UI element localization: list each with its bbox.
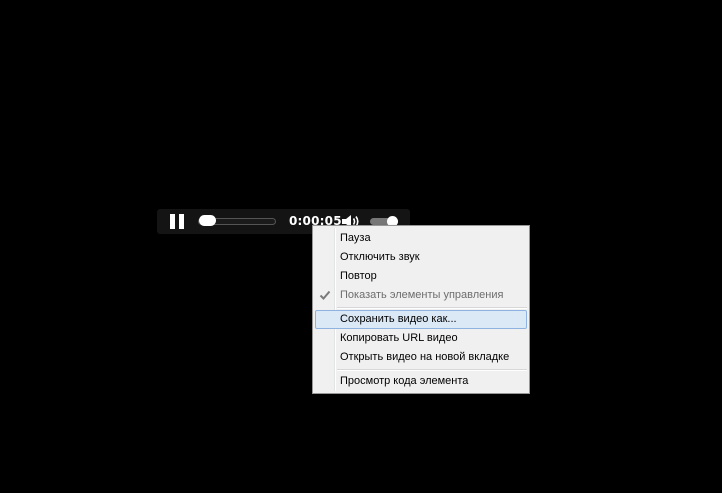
menu-item-save-video-as[interactable]: Сохранить видео как...: [315, 310, 527, 329]
menu-item-show-controls: Показать элементы управления: [315, 286, 527, 305]
checkmark-icon: [319, 289, 331, 301]
menu-item-label: Пауза: [340, 232, 371, 244]
menu-item-mute[interactable]: Отключить звук: [315, 248, 527, 267]
menu-item-inspect-element[interactable]: Просмотр кода элемента: [315, 372, 527, 391]
menu-item-label: Показать элементы управления: [340, 289, 504, 301]
menu-item-open-video-new-tab[interactable]: Открыть видео на новой вкладке: [315, 348, 527, 367]
menu-separator: [337, 307, 527, 309]
volume-slider[interactable]: [370, 216, 398, 227]
menu-item-label: Сохранить видео как...: [340, 313, 457, 325]
menu-item-label: Копировать URL видео: [340, 332, 458, 344]
context-menu: Пауза Отключить звук Повтор Показать эле…: [312, 225, 530, 394]
menu-item-label: Отключить звук: [340, 251, 420, 263]
menu-item-label: Повтор: [340, 270, 377, 282]
seek-slider-thumb[interactable]: [199, 215, 216, 226]
menu-item-copy-video-url[interactable]: Копировать URL видео: [315, 329, 527, 348]
menu-item-label: Просмотр кода элемента: [340, 375, 469, 387]
menu-item-pause[interactable]: Пауза: [315, 229, 527, 248]
menu-item-loop[interactable]: Повтор: [315, 267, 527, 286]
menu-item-label: Открыть видео на новой вкладке: [340, 351, 510, 363]
seek-slider[interactable]: [198, 215, 276, 226]
pause-icon: [170, 214, 175, 229]
menu-separator: [337, 369, 527, 371]
pause-button[interactable]: [170, 214, 184, 229]
